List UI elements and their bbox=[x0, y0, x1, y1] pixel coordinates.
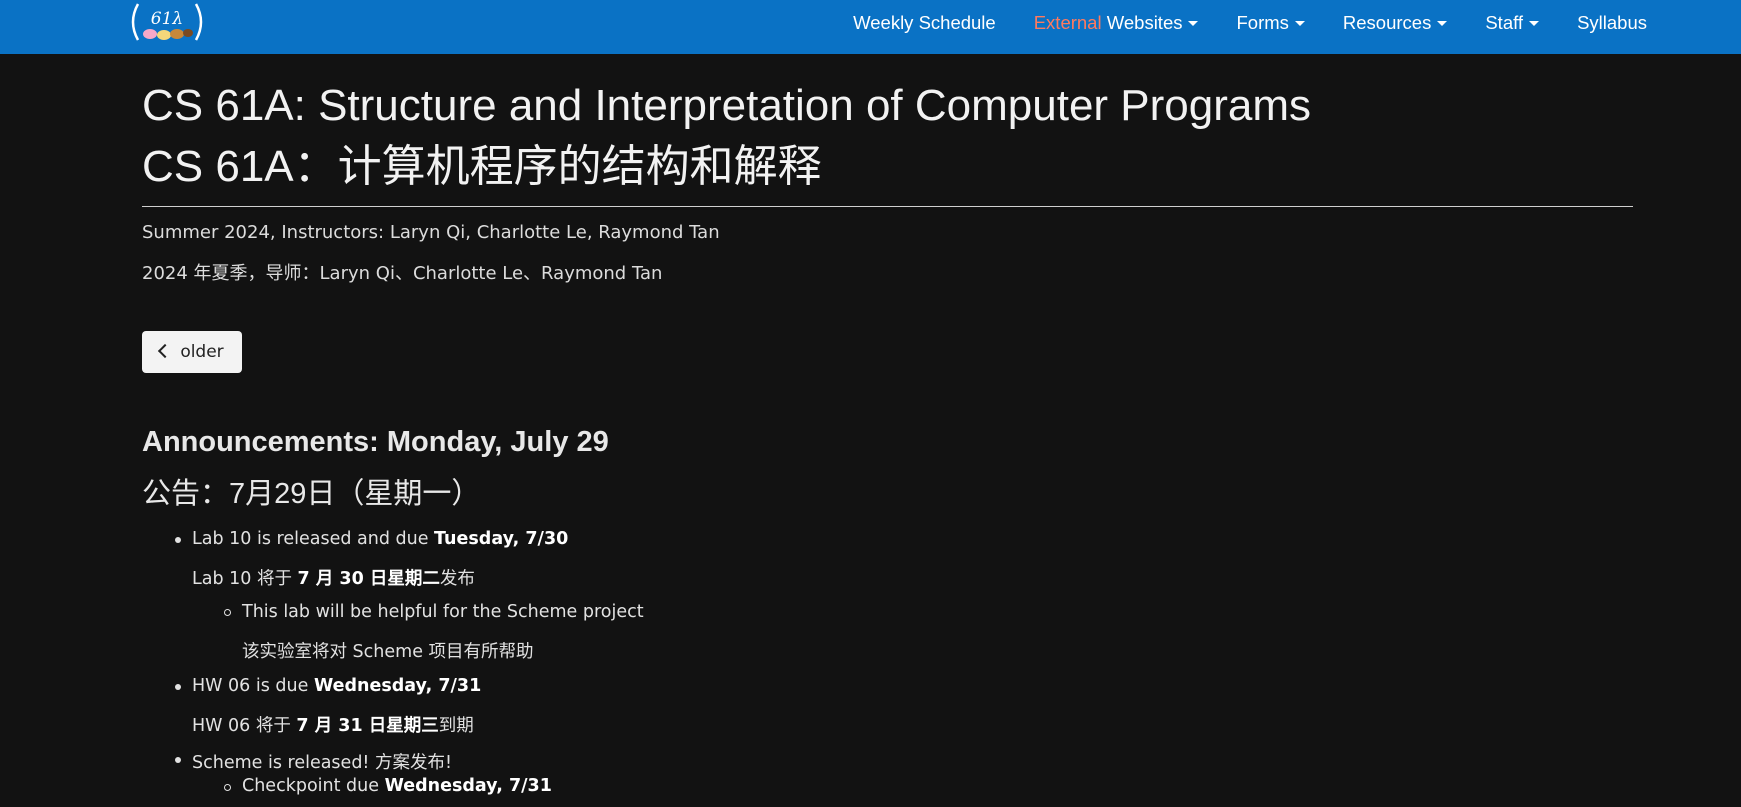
page-title-en: CS 61A: Structure and Interpretation of … bbox=[142, 81, 1312, 130]
announcement-title-en: Announcements: Monday, July 29 bbox=[142, 426, 609, 458]
nav-external-accent: External bbox=[1033, 12, 1102, 33]
bullet-icon bbox=[175, 537, 181, 543]
page-title: CS 61A: Structure and Interpretation of … bbox=[142, 75, 1311, 197]
course-info-cn: 2024 年夏季，导师：Laryn Qi、Charlotte Le、Raymon… bbox=[142, 263, 663, 284]
title-divider bbox=[142, 206, 1633, 207]
svg-text:61λ: 61λ bbox=[151, 9, 183, 29]
sub-bullet-icon bbox=[224, 609, 231, 616]
caret-down-icon bbox=[1188, 20, 1199, 26]
nav-links: Weekly Schedule External Websites Forms … bbox=[853, 0, 1647, 46]
nav-staff[interactable]: Staff bbox=[1485, 12, 1540, 34]
list-item-lab-cn: Lab 10 将于 7 月 30 日星期二发布 bbox=[192, 569, 475, 589]
chevron-left-icon bbox=[158, 343, 173, 359]
announcement-title-cn: 公告：7月29日（星期一） bbox=[142, 478, 481, 510]
sub-bullet-icon bbox=[224, 784, 231, 791]
page-title-cn: CS 61A：计算机程序的结构和解释 bbox=[142, 142, 822, 191]
list-item-hw-cn: HW 06 将于 7 月 31 日星期三到期 bbox=[192, 716, 474, 736]
nav-syllabus[interactable]: Syllabus bbox=[1577, 12, 1647, 34]
nav-weekly-schedule[interactable]: Weekly Schedule bbox=[853, 12, 996, 34]
course-info-en: Summer 2024, Instructors: Laryn Qi, Char… bbox=[142, 222, 720, 243]
older-button[interactable]: older bbox=[142, 331, 242, 373]
caret-down-icon bbox=[1437, 20, 1448, 26]
nav-external-websites[interactable]: External Websites bbox=[1034, 12, 1199, 34]
list-subitem-lab-cn: 该实验室将对 Scheme 项目有所帮助 bbox=[242, 642, 534, 662]
list-item-scheme: Scheme is released! 方案发布! bbox=[192, 753, 453, 773]
nav-resources[interactable]: Resources bbox=[1343, 12, 1448, 34]
caret-down-icon bbox=[1294, 20, 1305, 26]
list-item-hw-en: HW 06 is due Wednesday, 7/31 bbox=[192, 676, 482, 696]
top-navbar: 61λ Weekly Schedule External Websites Fo… bbox=[0, 0, 1741, 54]
cs61a-logo[interactable]: 61λ bbox=[128, 0, 206, 44]
caret-down-icon bbox=[1529, 20, 1540, 26]
bullet-icon bbox=[175, 757, 181, 763]
list-item-lab-en: Lab 10 is released and due Tuesday, 7/30 bbox=[192, 529, 569, 549]
list-subitem-lab-en: This lab will be helpful for the Scheme … bbox=[242, 602, 644, 622]
list-subitem-checkpoint: Checkpoint due Wednesday, 7/31 bbox=[242, 776, 552, 796]
bullet-icon bbox=[175, 684, 181, 690]
nav-forms[interactable]: Forms bbox=[1236, 12, 1305, 34]
